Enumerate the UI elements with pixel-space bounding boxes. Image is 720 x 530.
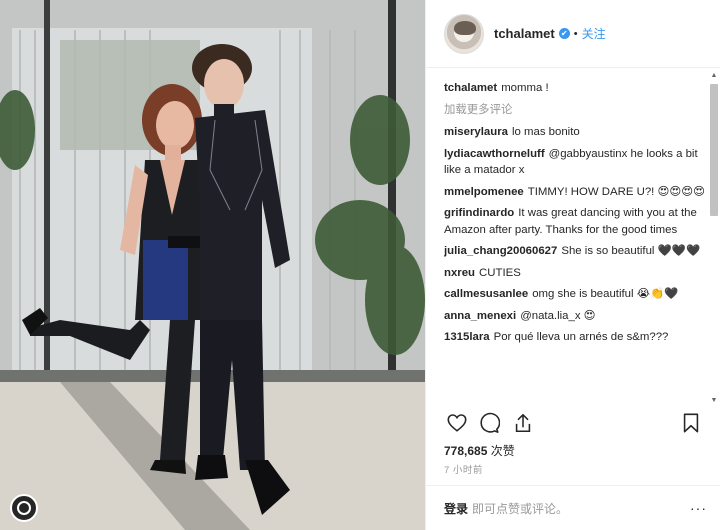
comment-text: CUTIES (479, 266, 521, 279)
comments-list[interactable]: tchalamet momma ! 加载更多评论 miserylaura lo ma… (444, 70, 706, 404)
comment-username[interactable]: grifindinardo (444, 207, 514, 219)
post-actions (444, 410, 704, 438)
separator-dot: • (573, 27, 578, 40)
comment-username[interactable]: julia_chang20060627 (444, 245, 557, 257)
comment-username[interactable]: anna_menexi (444, 310, 516, 322)
comment-row: nxreu CUTIES (444, 263, 706, 285)
comment-username[interactable]: lydiacawthorneluff (444, 148, 545, 160)
user-tag-icon[interactable] (10, 494, 38, 522)
user-tag-glyph (17, 501, 31, 515)
post-timestamp[interactable]: 7 小时前 (444, 462, 483, 476)
likes-number: 778,685 (444, 444, 488, 458)
likes-count[interactable]: 778,685 次赞 (444, 442, 515, 459)
comment-row: miserylaura lo mas bonito (444, 122, 706, 144)
likes-label: 次赞 (490, 444, 515, 458)
comment-text: @nata.lia_x 😍 (520, 309, 596, 322)
comment-row: mmelpomenee TIMMY! HOW DARE U?! 😍😍😍😍 (444, 182, 706, 204)
comment-text: TIMMY! HOW DARE U?! 😍😍😍😍 (527, 185, 705, 198)
login-footer: 登录 即可点赞或评论。 ··· (426, 485, 720, 530)
comment-icon[interactable] (478, 412, 500, 434)
comment-row: callmesusanlee omg she is beautiful 😭👏🖤 (444, 284, 706, 306)
photo-illustration (0, 0, 425, 530)
comment-text: She is so beautiful 🖤🖤🖤 (561, 245, 701, 257)
login-hint: 即可点赞或评论。 (472, 501, 569, 516)
caption-text: momma ! (501, 82, 549, 94)
bookmark-icon[interactable] (680, 412, 702, 434)
comments-scrollbar[interactable]: ▲ ▼ (709, 72, 719, 405)
comment-text: omg she is beautiful 😭👏🖤 (532, 288, 679, 300)
post-header: tchalamet ✔ • 关注 (426, 0, 720, 68)
comment-row: grifindinardo It was great dancing with y… (444, 203, 706, 241)
scroll-down-icon[interactable]: ▼ (710, 397, 718, 405)
caption-username[interactable]: tchalamet (444, 82, 497, 94)
heart-icon[interactable] (446, 412, 468, 434)
comment-text: Por qué lleva un arnés de s&m??? (493, 331, 669, 343)
author-avatar[interactable] (444, 13, 484, 54)
load-more-comments-link[interactable]: 加载更多评论 (444, 102, 706, 123)
comment-row: anna_menexi @nata.lia_x 😍 (444, 306, 706, 328)
comment-username[interactable]: mmelpomenee (444, 186, 524, 198)
comment-username[interactable]: callmesusanlee (444, 288, 528, 300)
comment-text: lo mas bonito (511, 126, 580, 138)
follow-button[interactable]: 关注 (582, 25, 606, 42)
comment-row: lydiacawthorneluff @gabbyaustinx he looks… (444, 144, 706, 182)
more-options-icon[interactable]: ··· (690, 500, 707, 516)
scroll-up-icon[interactable]: ▲ (710, 72, 718, 80)
post-sidebar: tchalamet ✔ • 关注 tchalamet momma ! 加载更多评论… (425, 0, 720, 530)
post-photo[interactable] (0, 0, 425, 530)
login-link[interactable]: 登录 (444, 500, 468, 517)
post-caption: tchalamet momma ! (444, 70, 706, 102)
comment-row: 1315lara Por qué lleva un arnés de s&m??? (444, 327, 706, 349)
author-username[interactable]: tchalamet (494, 26, 555, 41)
comment-username[interactable]: nxreu (444, 267, 475, 279)
comment-username[interactable]: 1315lara (444, 331, 490, 343)
scrollbar-thumb[interactable] (710, 84, 718, 216)
comment-row: julia_chang20060627 She is so beautiful 🖤… (444, 241, 706, 263)
comment-username[interactable]: miserylaura (444, 126, 508, 138)
verified-badge-icon: ✔ (558, 28, 570, 39)
share-icon[interactable] (512, 412, 534, 434)
